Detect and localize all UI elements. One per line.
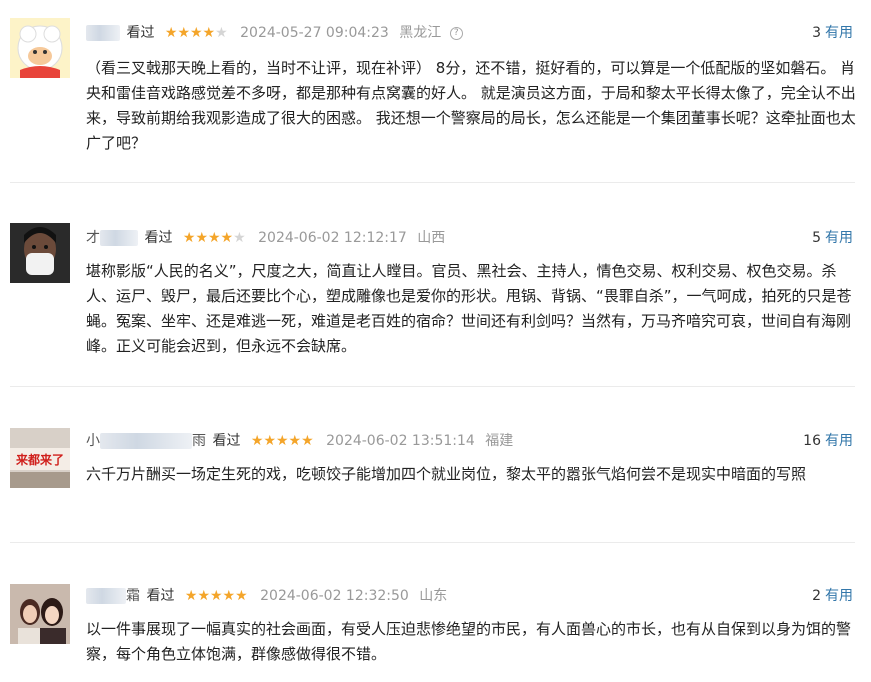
divider (10, 386, 855, 387)
useful-count: 5 (812, 230, 821, 246)
useful-button[interactable]: 有用 (825, 25, 853, 41)
review-meta: 看过 ★★★★★ 2024-05-27 09:04:23 黑龙江 ? (86, 22, 463, 44)
username-prefix[interactable]: 小 (86, 433, 100, 449)
watched-label: 看过 (146, 588, 175, 604)
rating-stars: ★★★★★ (184, 588, 248, 604)
divider (10, 182, 855, 183)
useful-button[interactable]: 有用 (825, 230, 853, 246)
useful-button[interactable]: 有用 (825, 433, 853, 449)
review-time: 2024-06-02 12:32:50 (260, 588, 409, 604)
review-meta: 小 雨 看过 ★★★★★ 2024-06-02 13:51:14 福建 (86, 430, 513, 452)
divider (10, 542, 855, 543)
review-location: 福建 (485, 433, 514, 449)
useful-button[interactable]: 有用 (825, 588, 853, 604)
username-masked[interactable] (100, 230, 138, 246)
useful-vote[interactable]: 5 有用 (812, 227, 853, 249)
rating-stars: ★★★★★ (250, 433, 314, 449)
review-location: 山西 (417, 230, 446, 246)
review-content: 堪称影版“人民的名义”，尺度之大，简直让人瞠目。官员、黑社会、主持人，情色交易、… (86, 262, 852, 355)
useful-vote[interactable]: 2 有用 (812, 585, 853, 607)
review-meta: 霜 看过 ★★★★★ 2024-06-02 12:32:50 山东 (86, 585, 447, 607)
useful-count: 2 (812, 588, 821, 604)
review-time: 2024-05-27 09:04:23 (240, 25, 389, 41)
watched-label: 看过 (144, 230, 173, 246)
masked-man-avatar[interactable] (10, 223, 70, 283)
review-content: （看三叉戟那天晚上看的，当时不让评，现在补评） 8分，还不错，挺好看的，可以算是… (86, 59, 856, 152)
review-content: 以一件事展现了一幅真实的社会画面，有受人压迫悲惨绝望的市民，有人面兽心的市长，也… (86, 620, 852, 663)
useful-count: 3 (812, 25, 821, 41)
review-location: 黑龙江 (399, 25, 442, 41)
username-suffix[interactable]: 雨 (192, 433, 206, 449)
username-suffix[interactable]: 霜 (126, 588, 140, 604)
username-masked[interactable] (86, 25, 120, 41)
avatar-text: 来都来了 (15, 452, 64, 467)
useful-count: 16 (803, 433, 821, 449)
watched-label: 看过 (212, 433, 241, 449)
help-icon[interactable]: ? (449, 26, 463, 40)
review-time: 2024-06-02 12:12:17 (258, 230, 407, 246)
rating-stars: ★★★★★ (164, 25, 228, 41)
banner-avatar[interactable]: 来都来了 (10, 428, 70, 488)
watched-label: 看过 (126, 25, 155, 41)
two-women-avatar[interactable] (10, 584, 70, 644)
useful-vote[interactable]: 3 有用 (812, 22, 853, 44)
rating-stars: ★★★★★ (182, 230, 246, 246)
sheep-avatar[interactable] (10, 18, 70, 78)
review-location: 山东 (419, 588, 448, 604)
username-masked[interactable] (86, 588, 126, 604)
review-meta: 才 看过 ★★★★★ 2024-06-02 12:12:17 山西 (86, 227, 445, 249)
review-time: 2024-06-02 13:51:14 (326, 433, 475, 449)
useful-vote[interactable]: 16 有用 (803, 430, 853, 452)
review-content: 六千万片酬买一场定生死的戏，吃顿饺子能增加四个就业岗位，黎太平的嚣张气焰何尝不是… (86, 465, 807, 483)
username-masked[interactable] (100, 433, 192, 449)
username-fragment[interactable]: 才 (86, 230, 100, 246)
